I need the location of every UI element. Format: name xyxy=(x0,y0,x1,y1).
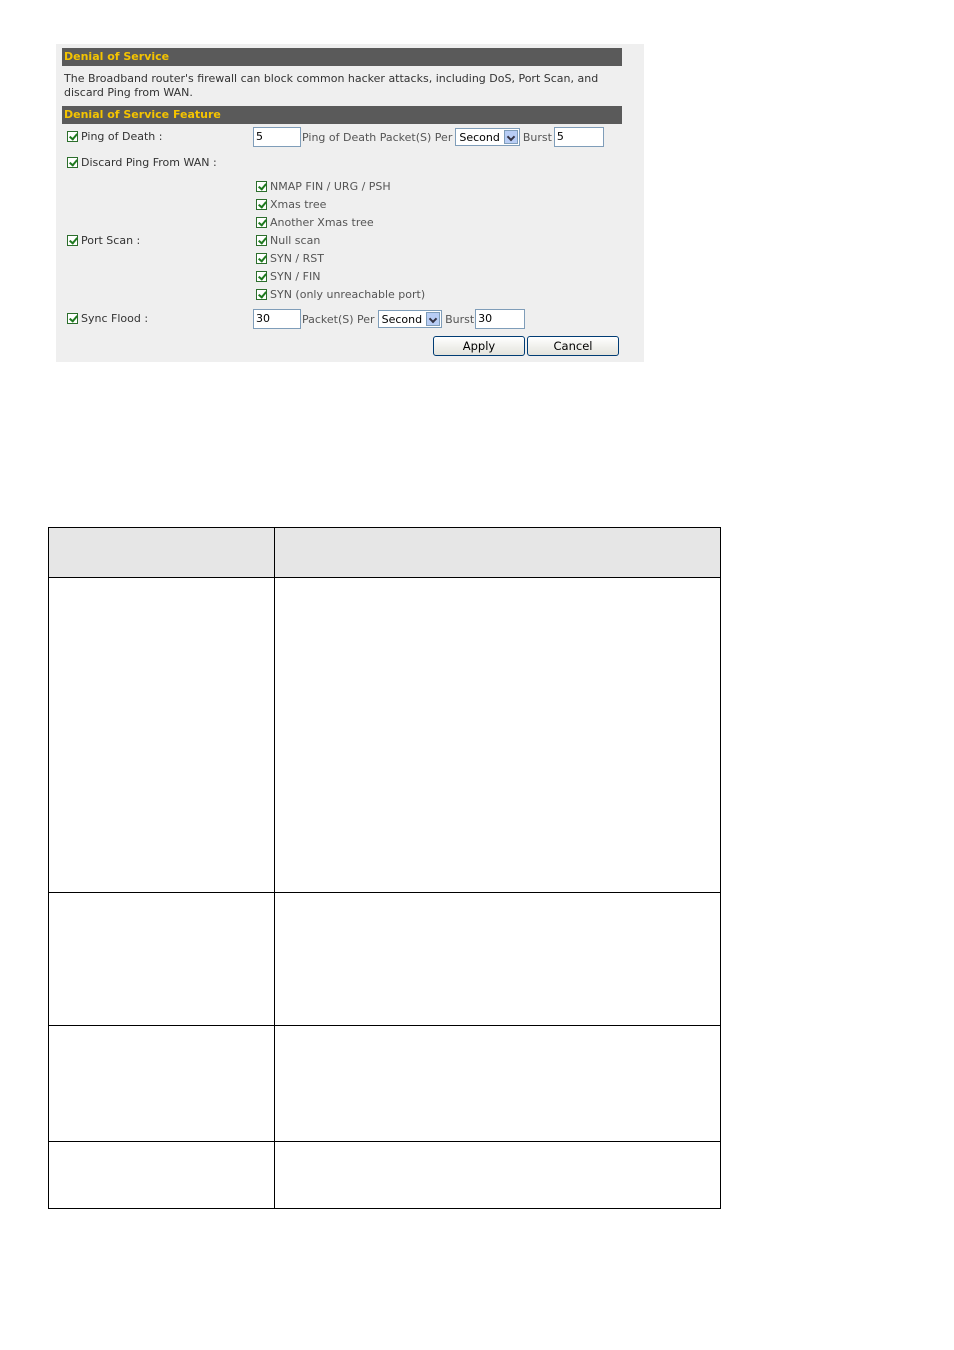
cancel-button[interactable]: Cancel xyxy=(527,336,619,356)
parameters-table xyxy=(48,527,721,1209)
sync-flood-settings: 30 Packet(S) Per Second Burst 30 xyxy=(253,309,526,329)
chevron-down-icon[interactable] xyxy=(503,130,518,144)
ping-of-death-packets-input[interactable]: 5 xyxy=(253,127,301,147)
table-row xyxy=(48,1141,721,1209)
port-scan-checkbox-3[interactable] xyxy=(256,235,267,246)
port-scan-option-3[interactable]: Null scan xyxy=(256,234,320,247)
port-scan-option-6[interactable]: SYN (only unreachable port) xyxy=(256,288,425,301)
port-scan-checkbox-2[interactable] xyxy=(256,217,267,228)
port-scan-checkbox-0[interactable] xyxy=(256,181,267,192)
port-scan-checkbox[interactable] xyxy=(67,235,78,246)
port-scan-label-3: Null scan xyxy=(270,234,321,247)
port-scan-checkbox-1[interactable] xyxy=(256,199,267,210)
table-row xyxy=(48,1025,721,1142)
port-scan-checkbox-4[interactable] xyxy=(256,253,267,264)
sync-flood-burst-label: Burst xyxy=(445,312,475,326)
ping-of-death-settings: 5 Ping of Death Packet(S) Per Second Bur… xyxy=(253,127,604,147)
ping-of-death-unit-label: Ping of Death Packet(S) Per xyxy=(302,130,453,144)
table-cell xyxy=(48,1025,275,1142)
ping-of-death-checkbox[interactable] xyxy=(67,131,78,142)
table-header-cell xyxy=(274,527,721,578)
port-scan-option-0[interactable]: NMAP FIN / URG / PSH xyxy=(256,180,391,193)
ping-of-death-option[interactable]: Ping of Death : xyxy=(67,130,162,143)
section-header: Denial of Service xyxy=(62,48,622,66)
table-header-cell xyxy=(48,527,275,578)
port-scan-option-5[interactable]: SYN / FIN xyxy=(256,270,320,283)
port-scan-label-4: SYN / RST xyxy=(270,252,324,265)
table-cell xyxy=(274,892,721,1026)
dos-settings-panel: Denial of Service The Broadband router's… xyxy=(56,44,644,362)
table-cell xyxy=(274,1141,721,1209)
sync-flood-unit-label: Packet(S) Per xyxy=(302,312,375,326)
table-cell xyxy=(48,892,275,1026)
port-scan-option-1[interactable]: Xmas tree xyxy=(256,198,326,211)
sync-flood-burst-input[interactable]: 30 xyxy=(475,309,526,329)
discard-ping-checkbox[interactable] xyxy=(67,157,78,168)
sync-flood-per-select[interactable]: Second xyxy=(377,310,443,328)
port-scan-label-1: Xmas tree xyxy=(270,198,327,211)
ping-of-death-per-select[interactable]: Second xyxy=(455,128,520,146)
port-scan-label-0: NMAP FIN / URG / PSH xyxy=(270,180,391,193)
port-scan-label-5: SYN / FIN xyxy=(270,270,321,283)
port-scan-label: Port Scan : xyxy=(81,234,141,247)
port-scan-label-2: Another Xmas tree xyxy=(270,216,374,229)
sync-flood-checkbox[interactable] xyxy=(67,313,78,324)
ping-of-death-per-value: Second xyxy=(459,130,500,144)
port-scan-label-6: SYN (only unreachable port) xyxy=(270,288,426,301)
ping-of-death-burst-label: Burst xyxy=(522,130,552,144)
ping-of-death-label: Ping of Death : xyxy=(81,130,163,143)
sync-flood-label: Sync Flood : xyxy=(81,312,149,325)
port-scan-option-4[interactable]: SYN / RST xyxy=(256,252,324,265)
table-header-row xyxy=(48,527,721,578)
sync-flood-packets-input[interactable]: 30 xyxy=(253,309,301,329)
discard-ping-option[interactable]: Discard Ping From WAN : xyxy=(67,156,217,169)
apply-button[interactable]: Apply xyxy=(433,336,525,356)
port-scan-option[interactable]: Port Scan : xyxy=(67,234,140,247)
table-cell xyxy=(48,577,275,893)
table-cell xyxy=(274,1025,721,1142)
sync-flood-per-value: Second xyxy=(381,312,423,326)
table-cell xyxy=(48,1141,275,1209)
table-row xyxy=(48,892,721,1026)
discard-ping-label: Discard Ping From WAN : xyxy=(81,156,217,169)
port-scan-checkbox-5[interactable] xyxy=(256,271,267,282)
table-row xyxy=(48,577,721,893)
port-scan-option-2[interactable]: Another Xmas tree xyxy=(256,216,374,229)
description-text: The Broadband router's firewall can bloc… xyxy=(64,72,599,99)
ping-of-death-burst-input[interactable]: 5 xyxy=(553,127,604,147)
feature-header: Denial of Service Feature xyxy=(62,106,622,124)
chevron-down-icon[interactable] xyxy=(426,312,441,326)
port-scan-checkbox-6[interactable] xyxy=(256,289,267,300)
table-cell xyxy=(274,577,721,893)
sync-flood-option[interactable]: Sync Flood : xyxy=(67,312,148,325)
